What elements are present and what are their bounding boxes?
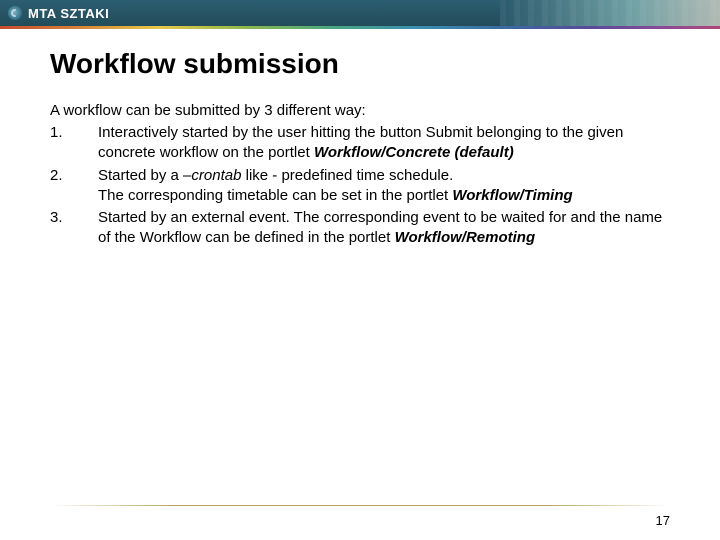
italic-term: crontab <box>191 167 241 184</box>
brand-logo: MTA SZTAKI <box>0 6 109 21</box>
globe-icon <box>8 6 22 20</box>
header-decoration <box>500 0 720 26</box>
item-text: Started by an external event. The corres… <box>98 209 662 246</box>
rainbow-divider <box>0 26 720 29</box>
item-text: The corresponding timetable can be set i… <box>98 187 452 204</box>
item-number: 3. <box>50 208 98 249</box>
footer-divider <box>50 505 670 506</box>
slide: MTA SZTAKI Workflow submission A workflo… <box>0 0 720 540</box>
item-number: 1. <box>50 123 98 164</box>
item-text: Started by a – <box>98 167 191 184</box>
list-item: 1. Interactively started by the user hit… <box>50 123 670 164</box>
list-item: 3. Started by an external event. The cor… <box>50 208 670 249</box>
item-body: Started by an external event. The corres… <box>98 208 670 249</box>
portlet-name: Workflow/Concrete (default) <box>314 144 514 161</box>
content-area: Workflow submission A workflow can be su… <box>0 26 720 249</box>
workflow-list: 1. Interactively started by the user hit… <box>50 123 670 249</box>
page-number: 17 <box>656 513 670 528</box>
page-title: Workflow submission <box>50 48 670 80</box>
item-number: 2. <box>50 166 98 207</box>
item-body: Started by a –crontab like - predefined … <box>98 166 670 207</box>
intro-text: A workflow can be submitted by 3 differe… <box>50 102 670 119</box>
header-bar: MTA SZTAKI <box>0 0 720 26</box>
list-item: 2. Started by a –crontab like - predefin… <box>50 166 670 207</box>
portlet-name: Workflow/Remoting <box>395 229 536 246</box>
item-body: Interactively started by the user hittin… <box>98 123 670 164</box>
portlet-name: Workflow/Timing <box>452 187 572 204</box>
brand-text: MTA SZTAKI <box>28 6 109 21</box>
item-text: like - predefined time schedule. <box>241 167 453 184</box>
